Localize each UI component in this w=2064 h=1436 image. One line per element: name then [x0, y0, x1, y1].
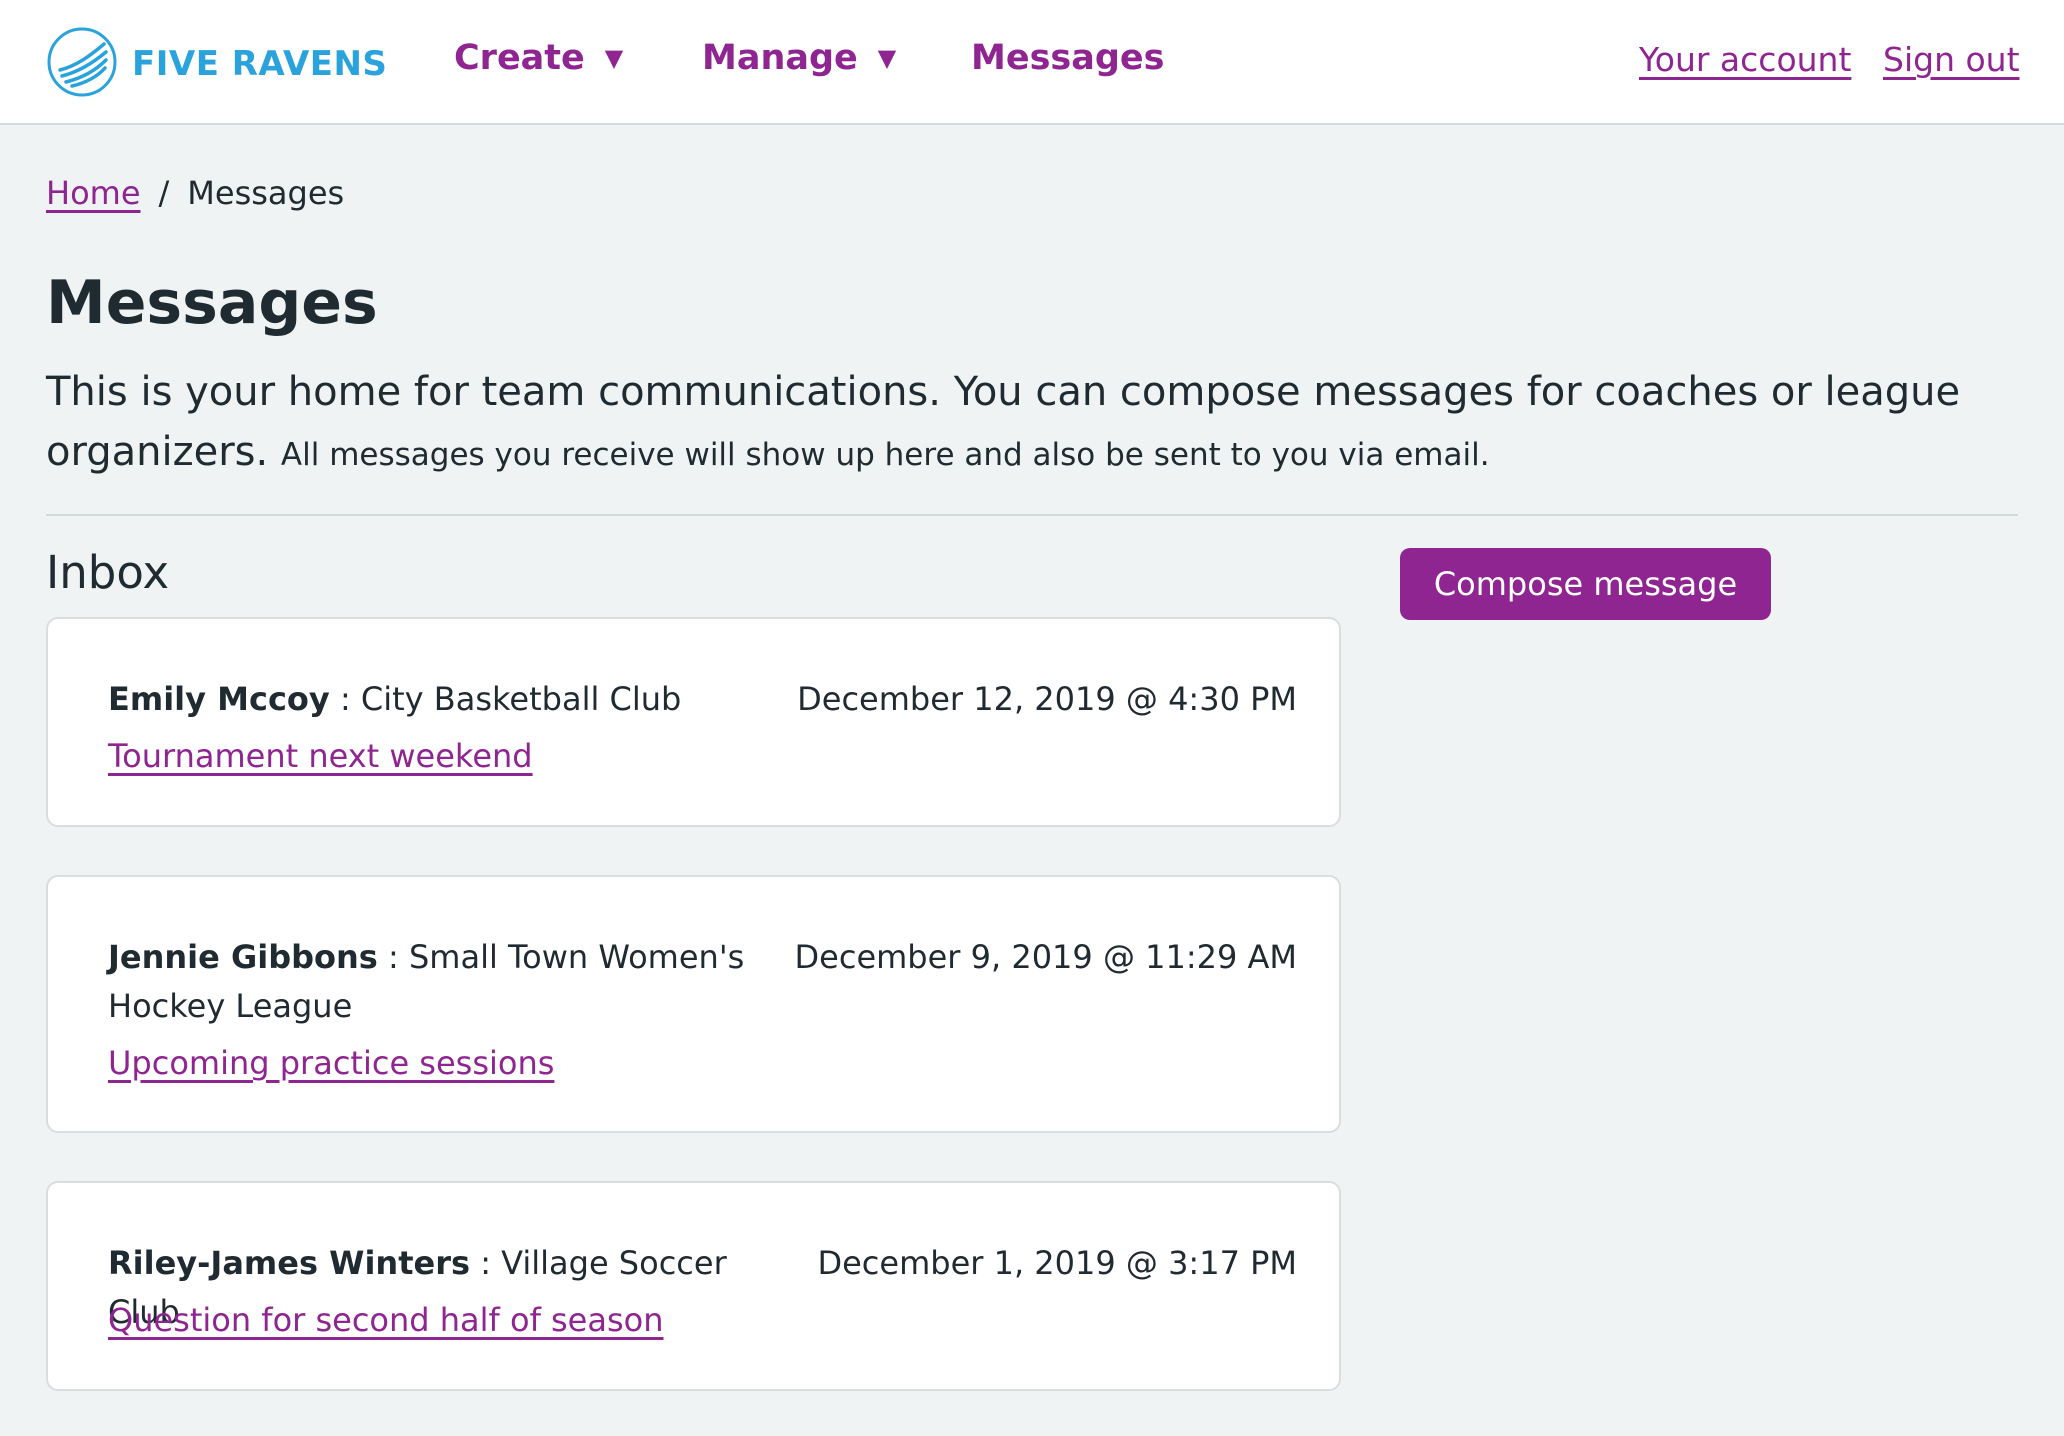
message-subject-link[interactable]: Question for second half of season	[108, 1296, 664, 1345]
top-navigation-bar: FIVE RAVENS Create ▼ Manage ▼ Messages Y…	[0, 0, 2064, 125]
message-sender-name: Emily Mccoy	[108, 680, 330, 718]
breadcrumb-home-link[interactable]: Home	[46, 174, 141, 212]
message-card: Jennie Gibbons : Small Town Women's Hock…	[46, 875, 1341, 1133]
message-sender-name: Riley-James Winters	[108, 1244, 471, 1282]
message-sender-line: Jennie Gibbons : Small Town Women's Hock…	[108, 933, 788, 1031]
nav-manage-label: Manage	[702, 38, 858, 78]
breadcrumb: Home / Messages	[46, 174, 344, 212]
nav-create-label: Create	[454, 38, 585, 78]
intro-small-text: All messages you receive will show up he…	[280, 437, 1490, 473]
message-subject-link[interactable]: Upcoming practice sessions	[108, 1039, 554, 1088]
logo-text: FIVE RAVENS	[132, 44, 388, 84]
message-card: Riley-James Winters : Village Soccer Clu…	[46, 1181, 1341, 1391]
message-sender-name: Jennie Gibbons	[108, 938, 378, 976]
section-divider	[46, 514, 2018, 516]
message-sender-separator: :	[329, 680, 361, 718]
message-sender-separator: :	[377, 938, 409, 976]
nav-create-menu[interactable]: Create ▼	[454, 38, 623, 78]
breadcrumb-separator: /	[158, 174, 170, 212]
page-intro: This is your home for team communication…	[46, 362, 2026, 485]
caret-down-icon: ▼	[877, 44, 897, 72]
message-sender-separator: :	[470, 1244, 502, 1282]
raven-wing-icon	[46, 26, 118, 102]
your-account-link[interactable]: Your account	[1639, 40, 1851, 79]
message-subject-link[interactable]: Tournament next weekend	[108, 732, 533, 781]
message-sender-line: Emily Mccoy : City Basketball Club	[108, 675, 788, 724]
message-organization: City Basketball Club	[360, 680, 682, 718]
sign-out-link[interactable]: Sign out	[1883, 40, 2020, 79]
page-title: Messages	[46, 268, 378, 338]
message-card: Emily Mccoy : City Basketball Club Decem…	[46, 617, 1341, 827]
caret-down-icon: ▼	[604, 44, 624, 72]
breadcrumb-current: Messages	[187, 174, 345, 212]
message-date: December 1, 2019 @ 3:17 PM	[817, 1244, 1297, 1282]
compose-message-button[interactable]: Compose message	[1400, 548, 1771, 620]
message-date: December 12, 2019 @ 4:30 PM	[797, 680, 1297, 718]
inbox-heading: Inbox	[46, 546, 170, 599]
nav-manage-menu[interactable]: Manage ▼	[702, 38, 896, 78]
nav-messages-link[interactable]: Messages	[971, 38, 1164, 78]
message-date: December 9, 2019 @ 11:29 AM	[794, 938, 1297, 976]
nav-messages-label: Messages	[971, 38, 1165, 78]
logo-link[interactable]: FIVE RAVENS	[46, 26, 387, 102]
